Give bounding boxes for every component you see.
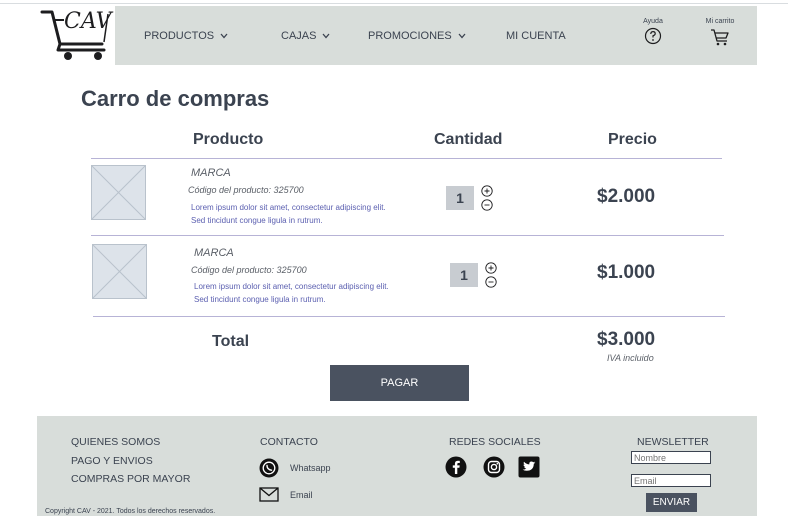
image-placeholder-icon <box>92 244 147 299</box>
nav-label: MI CUENTA <box>506 30 566 42</box>
product-code: Código del producto: 325700 <box>188 185 304 195</box>
product-description: Lorem ipsum dolor sit amet, consectetur … <box>191 203 386 225</box>
nav-productos[interactable]: PRODUCTOS <box>144 30 229 42</box>
chevron-down-icon <box>458 33 466 39</box>
cart-label: Mi carrito <box>705 18 735 25</box>
pay-button[interactable]: PAGAR <box>330 365 469 401</box>
footer-link-compras-mayor[interactable]: COMPRAS POR MAYOR <box>71 473 190 485</box>
product-price: $2.000 <box>597 186 656 207</box>
chevron-down-icon <box>322 33 330 39</box>
twitter-icon[interactable] <box>518 456 540 478</box>
product-description: Lorem ipsum dolor sit amet, consectetur … <box>194 282 389 304</box>
nav-label: CAJAS <box>281 30 317 42</box>
contact-email[interactable]: Email <box>290 490 313 500</box>
instagram-icon[interactable] <box>483 456 505 478</box>
top-divider <box>0 3 788 4</box>
cart-button[interactable]: Mi carrito <box>701 18 739 49</box>
copyright: Copyright CAV - 2021. Todos los derechos… <box>45 508 216 515</box>
logo-text: CAV <box>64 9 112 34</box>
increase-quantity-icon[interactable] <box>481 185 493 197</box>
nav-mi-cuenta[interactable]: MI CUENTA <box>506 30 566 42</box>
social-title: REDES SOCIALES <box>449 436 541 448</box>
footer-link-pago-envios[interactable]: PAGO Y ENVIOS <box>71 455 153 467</box>
chevron-down-icon <box>220 33 228 39</box>
newsletter-send-button[interactable]: ENVIAR <box>646 493 697 512</box>
shopping-cart-icon <box>711 29 729 46</box>
email-icon[interactable] <box>259 487 279 502</box>
table-divider <box>91 235 724 236</box>
nav-promociones[interactable]: PROMOCIONES <box>368 30 467 42</box>
nav-cajas[interactable]: CAJAS <box>281 30 331 42</box>
facebook-icon[interactable] <box>445 456 467 478</box>
page-title: Carro de compras <box>81 86 270 111</box>
product-price: $1.000 <box>597 262 656 283</box>
newsletter-name-input[interactable] <box>631 451 711 464</box>
decrease-quantity-icon[interactable] <box>485 276 497 288</box>
contact-title: CONTACTO <box>260 436 318 448</box>
help-icon <box>644 27 662 45</box>
nav-label: PRODUCTOS <box>144 30 215 42</box>
increase-quantity-icon[interactable] <box>485 262 497 274</box>
footer-link-quienes-somos[interactable]: QUIENES SOMOS <box>71 436 160 448</box>
table-divider <box>93 316 725 317</box>
column-header-quantity: Cantidad <box>434 131 503 148</box>
tax-note: IVA incluido <box>607 353 654 363</box>
image-placeholder-icon <box>91 165 146 220</box>
column-header-price: Precio <box>608 131 657 148</box>
help-button[interactable]: Ayuda <box>638 18 668 47</box>
product-image-placeholder <box>91 165 146 220</box>
quantity-value[interactable]: 1 <box>450 263 478 287</box>
newsletter-title: NEWSLETTER <box>637 436 709 448</box>
total-value: $3.000 <box>597 329 656 350</box>
product-brand: MARCA <box>194 247 234 259</box>
whatsapp-icon[interactable] <box>259 458 279 478</box>
top-navigation: PRODUCTOS CAJAS PROMOCIONES MI CUENTA Ay… <box>115 6 757 65</box>
product-brand: MARCA <box>191 167 231 179</box>
newsletter-email-input[interactable] <box>631 474 711 487</box>
table-divider <box>91 158 722 159</box>
quantity-value[interactable]: 1 <box>446 186 474 210</box>
column-header-product: Producto <box>193 131 264 148</box>
product-image-placeholder <box>92 244 147 299</box>
contact-whatsapp[interactable]: Whatsapp <box>290 463 331 473</box>
nav-label: PROMOCIONES <box>368 30 452 42</box>
help-label: Ayuda <box>643 18 663 25</box>
logo[interactable]: CAV <box>40 6 114 64</box>
decrease-quantity-icon[interactable] <box>481 199 493 211</box>
product-code: Código del producto: 325700 <box>191 265 307 275</box>
total-label: Total <box>212 333 250 350</box>
